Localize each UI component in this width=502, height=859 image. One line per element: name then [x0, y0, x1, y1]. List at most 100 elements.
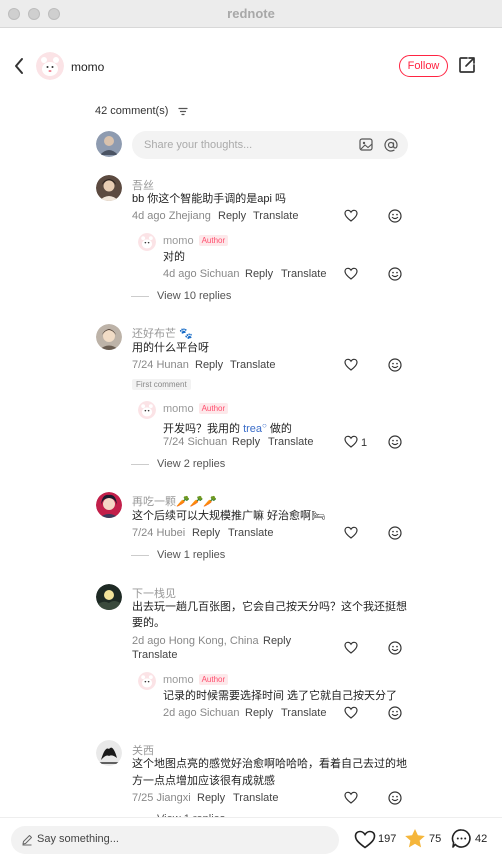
commenter-name[interactable]: 还好布芒 🐾 [132, 325, 193, 341]
sort-icon[interactable] [178, 107, 188, 116]
comment-date: 2d ago [132, 635, 166, 647]
like-icon[interactable] [344, 435, 358, 448]
reply-button[interactable]: Reply [197, 792, 225, 804]
emoji-reaction-icon[interactable] [388, 209, 402, 223]
comment-date: 4d ago [132, 210, 166, 222]
say-something-input[interactable]: Say something... [11, 826, 339, 854]
replier-name[interactable]: momo [163, 674, 194, 686]
like-count: 1 [361, 437, 368, 449]
comment-location: Jiangxi [156, 792, 191, 804]
trea-link[interactable]: trea [243, 423, 262, 435]
likes-count: 197 [378, 833, 397, 845]
translate-button[interactable]: Translate [230, 359, 275, 371]
translate-button[interactable]: Translate [281, 707, 326, 719]
image-icon[interactable] [359, 138, 373, 151]
reply-button[interactable]: Reply [218, 210, 246, 222]
like-icon[interactable] [344, 791, 358, 804]
like-icon[interactable] [344, 706, 358, 719]
translate-button[interactable]: Translate [253, 210, 298, 222]
commenter-avatar[interactable] [96, 584, 122, 610]
commenter-avatar[interactable] [96, 175, 122, 201]
comment-count: 42 comment(s) [95, 105, 169, 117]
author-badge: Author [198, 235, 229, 246]
reply-button[interactable]: Reply [192, 527, 220, 539]
reply-date: 7/24 [163, 436, 185, 448]
first-comment-badge: First comment [132, 379, 191, 390]
comment-location: Hunan [156, 359, 189, 371]
comment-text-line: 出去玩一趟几百张图，它会自己按天分吗？这个我还挺想 [132, 601, 407, 613]
commenter-name[interactable]: 再吃一颗🥕🥕🥕 [132, 493, 217, 509]
reply-button[interactable]: Reply [245, 707, 273, 719]
comment-text: 这个后续可以大规模推广嘛 好治愈啊🛏 [132, 510, 326, 522]
comment-text: 用的什么平台呀 [132, 342, 209, 354]
comment-text-line: 要的。 [132, 617, 165, 629]
reply-date: 4d ago [163, 268, 197, 280]
like-icon[interactable] [344, 526, 358, 539]
view-replies-button[interactable]: View 10 replies [131, 290, 231, 302]
comment-input[interactable]: Share your thoughts... [132, 131, 408, 159]
comment-text-line: 这个地图点亮的感觉好治愈啊哈哈哈，看着自己去过的地 [132, 758, 407, 770]
emoji-reaction-icon[interactable] [388, 526, 402, 540]
comment-date: 7/24 [132, 527, 154, 539]
reply-button[interactable]: Reply [263, 635, 291, 647]
reply-location: Sichuan [187, 436, 228, 448]
reply-button[interactable]: Reply [195, 359, 223, 371]
comment-text: bb 你这个智能助手调的是api 吗 [132, 193, 287, 205]
comment-location: Zhejiang [168, 210, 211, 222]
reply-date: 2d ago [163, 707, 197, 719]
reply-text: 记录的时候需要选择时间 选了它就自己按天分了 [163, 690, 398, 702]
reply-text: 开发吗？我用的 trea○ 做的 [163, 417, 292, 438]
replier-avatar[interactable] [138, 672, 156, 690]
bottom-bar: Say something... 197 75 42 [0, 817, 502, 859]
reply-location: Sichuan [199, 707, 240, 719]
comments-count: 42 [475, 833, 488, 845]
current-user-avatar [96, 131, 122, 157]
translate-button[interactable]: Translate [228, 527, 273, 539]
heart-icon[interactable] [354, 830, 376, 849]
replier-name[interactable]: momo [163, 235, 194, 247]
emoji-reaction-icon[interactable] [388, 791, 402, 805]
comment-input-placeholder: Share your thoughts... [144, 139, 253, 151]
comment-date: 7/24 [132, 359, 154, 371]
view-replies-button[interactable]: View 1 replies [131, 549, 225, 561]
emoji-reaction-icon[interactable] [388, 706, 402, 720]
translate-button[interactable]: Translate [281, 268, 326, 280]
post-header: momo Follow [0, 28, 502, 104]
star-icon[interactable] [404, 828, 426, 849]
replier-name[interactable]: momo [163, 403, 194, 415]
emoji-reaction-icon[interactable] [388, 267, 402, 281]
emoji-reaction-icon[interactable] [388, 435, 402, 449]
translate-button[interactable]: Translate [233, 792, 278, 804]
comment-date: 7/25 [132, 792, 154, 804]
author-name[interactable]: momo [71, 60, 104, 74]
like-icon[interactable] [344, 267, 358, 280]
like-icon[interactable] [344, 641, 358, 654]
replier-avatar[interactable] [138, 233, 156, 251]
like-icon[interactable] [344, 209, 358, 222]
comment-bubble-icon[interactable] [451, 828, 472, 849]
emoji-reaction-icon[interactable] [388, 641, 402, 655]
view-replies-button[interactable]: View 2 replies [131, 458, 225, 470]
author-badge: Author [198, 403, 229, 414]
commenter-avatar[interactable] [96, 324, 122, 350]
emoji-reaction-icon[interactable] [388, 358, 402, 372]
back-icon[interactable] [12, 56, 26, 76]
stars-count: 75 [429, 833, 442, 845]
translate-button[interactable]: Translate [132, 649, 177, 661]
translate-button[interactable]: Translate [268, 436, 313, 448]
replier-avatar[interactable] [138, 401, 156, 419]
reply-button[interactable]: Reply [232, 436, 260, 448]
share-icon[interactable] [458, 56, 476, 74]
window-title: rednote [227, 6, 275, 21]
author-avatar[interactable] [36, 52, 64, 80]
like-icon[interactable] [344, 358, 358, 371]
commenter-avatar[interactable] [96, 740, 122, 766]
reply-text-part: 做的 [266, 423, 292, 435]
author-badge: Author [198, 674, 229, 685]
commenter-avatar[interactable] [96, 492, 122, 518]
reply-button[interactable]: Reply [245, 268, 273, 280]
follow-button[interactable]: Follow [399, 55, 448, 77]
reply-text-part: 开发吗？我用的 [163, 423, 244, 435]
mention-icon[interactable] [384, 138, 398, 152]
reply-text: 对的 [163, 251, 185, 263]
